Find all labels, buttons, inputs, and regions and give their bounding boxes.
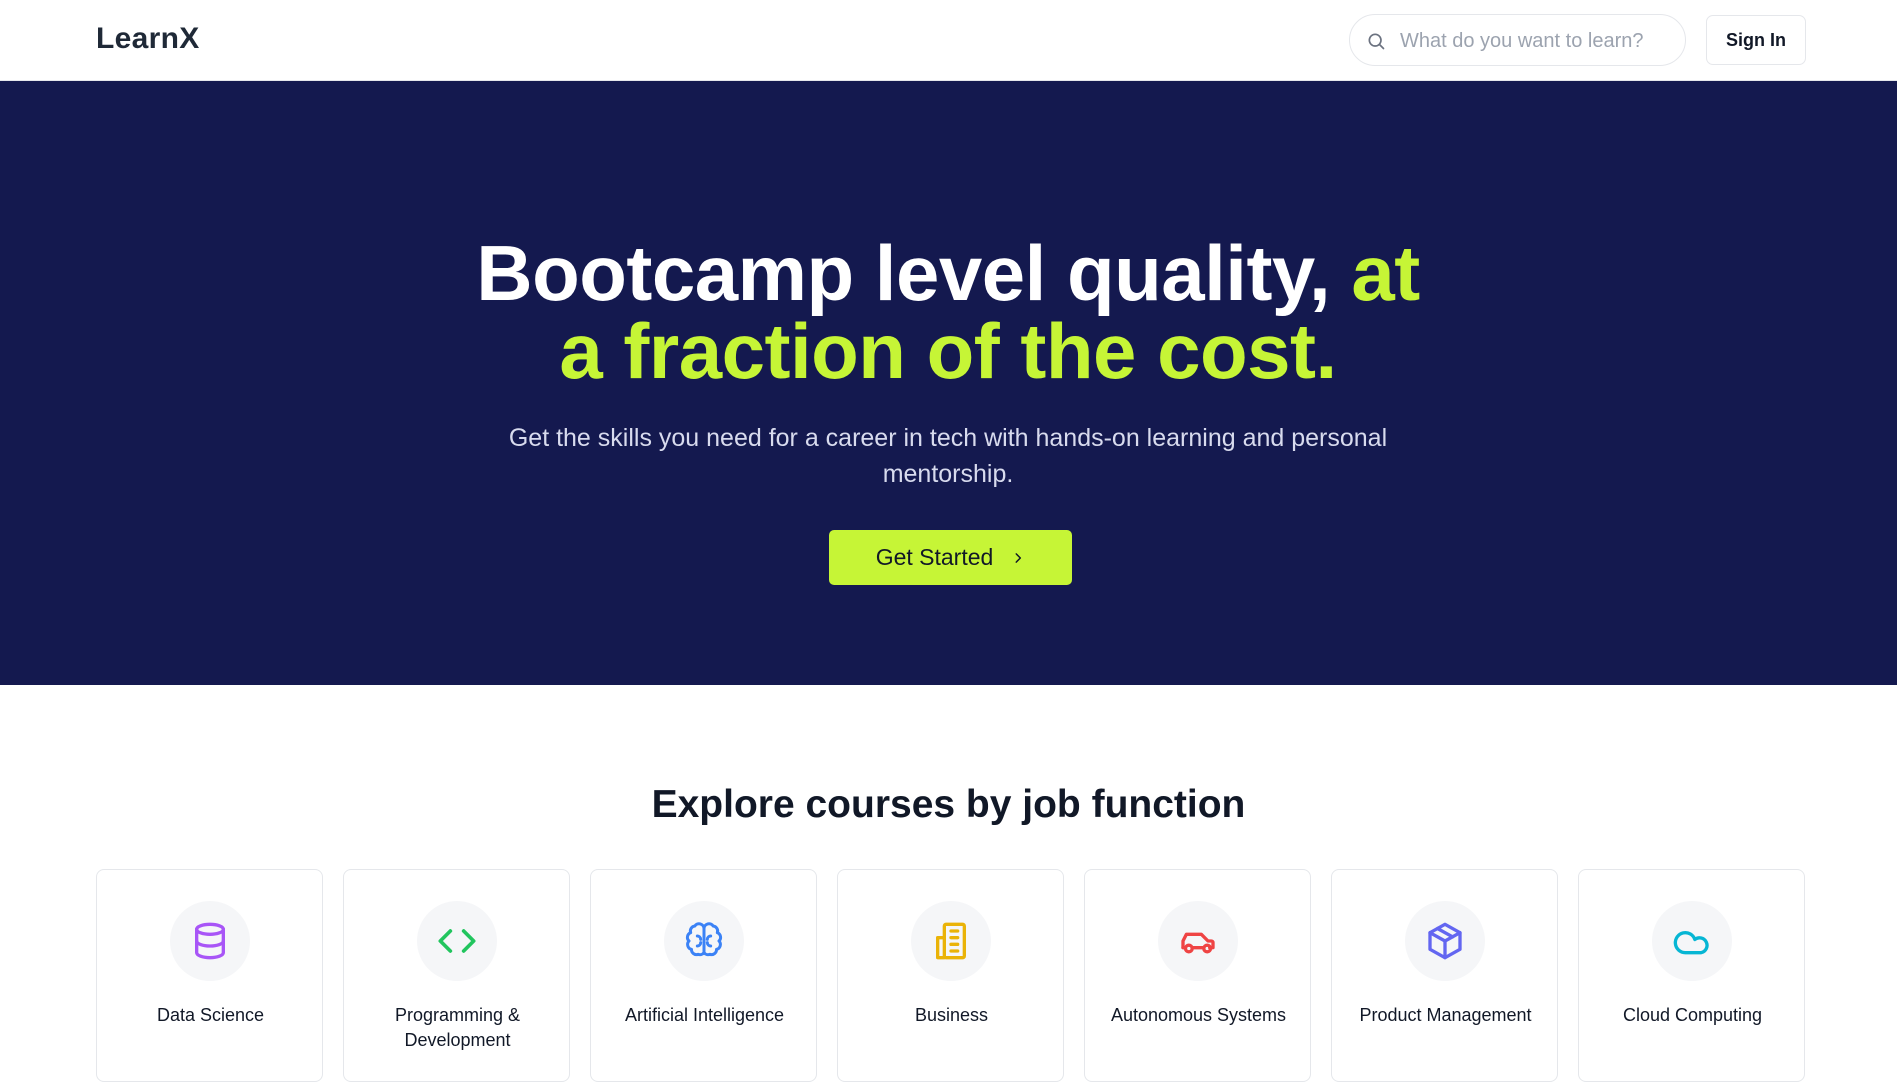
hero-banner: Bootcamp level quality, at a fraction of… bbox=[0, 81, 1897, 685]
category-grid: Data Science Programming & Development A… bbox=[96, 869, 1806, 1082]
brain-icon bbox=[685, 922, 723, 957]
category-card-autonomous-systems[interactable]: Autonomous Systems bbox=[1084, 869, 1311, 1082]
hero-subtitle: Get the skills you need for a career in … bbox=[508, 424, 1388, 488]
icon-circle bbox=[417, 901, 497, 981]
code-icon bbox=[438, 929, 476, 953]
category-label: Artificial Intelligence bbox=[624, 1005, 785, 1025]
search-icon bbox=[1368, 33, 1385, 50]
top-navbar: LearnX Sign In bbox=[0, 0, 1897, 81]
category-card-business[interactable]: Business bbox=[837, 869, 1064, 1082]
building-icon bbox=[936, 922, 966, 960]
get-started-button[interactable]: Get Started bbox=[829, 530, 1072, 585]
icon-circle bbox=[1158, 901, 1238, 981]
category-label: Cloud Computing bbox=[1622, 1005, 1763, 1025]
section-title: Explore courses by job function bbox=[651, 783, 1246, 826]
search-bar[interactable] bbox=[1349, 14, 1686, 66]
box-icon bbox=[1428, 922, 1462, 960]
category-card-programming[interactable]: Programming & Development bbox=[343, 869, 570, 1082]
icon-circle bbox=[911, 901, 991, 981]
search-input[interactable] bbox=[1400, 23, 1670, 59]
icon-circle bbox=[170, 901, 250, 981]
category-card-cloud-computing[interactable]: Cloud Computing bbox=[1578, 869, 1805, 1082]
chevron-right-icon bbox=[1015, 552, 1022, 563]
database-icon bbox=[195, 922, 225, 960]
category-label: Programming & Development bbox=[394, 1005, 521, 1050]
car-icon bbox=[1181, 932, 1215, 954]
category-card-data-science[interactable]: Data Science bbox=[96, 869, 323, 1082]
category-label: Data Science bbox=[156, 1005, 265, 1025]
hero-title-main: Bootcamp level quality, bbox=[476, 229, 1352, 317]
icon-circle bbox=[1405, 901, 1485, 981]
cloud-icon bbox=[1673, 931, 1709, 955]
logo[interactable]: LearnX bbox=[96, 22, 200, 56]
hero-title: Bootcamp level quality, at a fraction of… bbox=[448, 234, 1448, 390]
category-label: Business bbox=[914, 1005, 989, 1025]
category-label: Autonomous Systems bbox=[1110, 1005, 1287, 1025]
category-card-product-management[interactable]: Product Management bbox=[1331, 869, 1558, 1082]
get-started-label: Get Started bbox=[875, 544, 994, 570]
icon-circle bbox=[664, 901, 744, 981]
icon-circle bbox=[1652, 901, 1732, 981]
category-card-artificial-intelligence[interactable]: Artificial Intelligence bbox=[590, 869, 817, 1082]
category-label: Product Management bbox=[1359, 1005, 1532, 1025]
sign-in-button[interactable]: Sign In bbox=[1706, 15, 1806, 65]
